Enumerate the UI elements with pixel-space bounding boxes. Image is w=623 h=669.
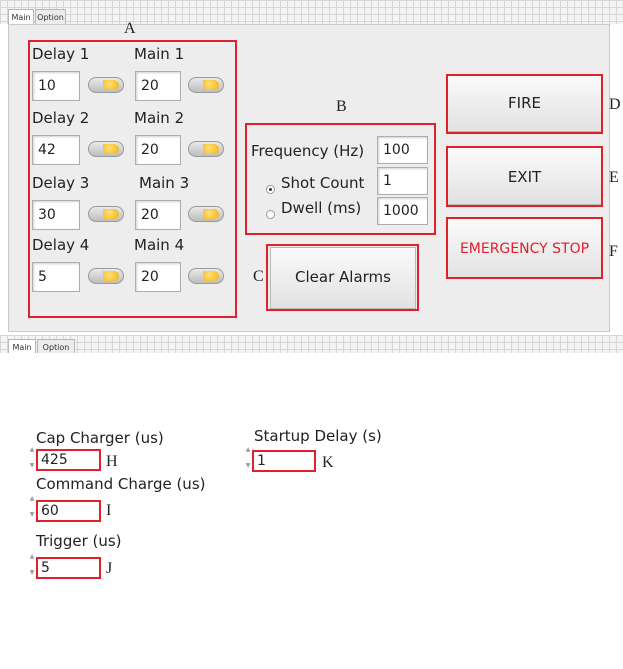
annotation-a: A — [124, 20, 136, 37]
dwell-radio[interactable] — [266, 210, 275, 219]
command-charge-down-icon[interactable]: ▼ — [29, 511, 35, 518]
delay-2-led-indicator — [88, 141, 124, 157]
main-4-input[interactable]: 20 — [135, 262, 181, 292]
delay-1-input[interactable]: 10 — [32, 71, 80, 101]
main-1-led-indicator — [188, 77, 224, 93]
delay-3-input[interactable]: 30 — [32, 200, 80, 230]
annotation-b: B — [336, 98, 347, 115]
tab-option-lower[interactable]: Option — [37, 339, 75, 354]
trigger-input[interactable]: 5 — [36, 557, 101, 579]
delay-2-label: Delay 2 — [32, 109, 90, 127]
startup-delay-label: Startup Delay (s) — [254, 427, 382, 445]
main-3-label: Main 3 — [139, 174, 190, 192]
annotation-h: H — [106, 453, 118, 470]
tab-main-lower[interactable]: Main — [8, 339, 36, 354]
main-2-label: Main 2 — [134, 109, 185, 127]
main-3-led-indicator — [188, 206, 224, 222]
cap-charger-up-icon[interactable]: ▲ — [29, 446, 35, 453]
trigger-down-icon[interactable]: ▼ — [29, 569, 35, 576]
startup-delay-up-icon[interactable]: ▲ — [245, 446, 251, 453]
exit-box — [446, 146, 603, 207]
delay-1-led-indicator — [88, 77, 124, 93]
shot-count-radio[interactable] — [266, 185, 275, 194]
delay-1-label: Delay 1 — [32, 45, 90, 63]
delay-2-input[interactable]: 42 — [32, 135, 80, 165]
bottom-tab-strip — [0, 335, 623, 353]
command-charge-up-icon[interactable]: ▲ — [29, 495, 35, 502]
main-4-led-indicator — [188, 268, 224, 284]
annotation-j: J — [106, 560, 113, 577]
top-tab-strip — [0, 0, 623, 24]
trigger-label: Trigger (us) — [36, 532, 122, 550]
fire-box — [446, 74, 603, 134]
command-charge-input[interactable]: 60 — [36, 500, 101, 522]
tab-option[interactable]: Option — [35, 9, 66, 24]
delay-3-label: Delay 3 — [32, 174, 90, 192]
clear-alarms-box — [266, 244, 419, 311]
dwell-input[interactable]: 1000 — [377, 197, 428, 225]
frequency-input[interactable]: 100 — [377, 136, 428, 164]
cap-charger-down-icon[interactable]: ▼ — [29, 462, 35, 469]
dwell-label: Dwell (ms) — [281, 199, 362, 217]
shot-count-input[interactable]: 1 — [377, 167, 428, 195]
main-1-label: Main 1 — [134, 45, 185, 63]
delay-3-led-indicator — [88, 206, 124, 222]
delay-4-input[interactable]: 5 — [32, 262, 80, 292]
main-1-input[interactable]: 20 — [135, 71, 181, 101]
emergency-stop-box — [446, 217, 603, 279]
shot-count-label: Shot Count — [281, 174, 365, 192]
annotation-f: F — [609, 243, 618, 260]
tab-main[interactable]: Main — [8, 9, 34, 24]
main-3-input[interactable]: 20 — [135, 200, 181, 230]
annotation-e: E — [609, 169, 619, 186]
main-4-label: Main 4 — [134, 236, 185, 254]
annotation-k: K — [322, 454, 334, 471]
trigger-up-icon[interactable]: ▲ — [29, 553, 35, 560]
startup-delay-down-icon[interactable]: ▼ — [245, 462, 251, 469]
main-2-led-indicator — [188, 141, 224, 157]
startup-delay-input[interactable]: 1 — [252, 450, 316, 472]
main-2-input[interactable]: 20 — [135, 135, 181, 165]
delay-4-label: Delay 4 — [32, 236, 90, 254]
frequency-label: Frequency (Hz) — [251, 142, 365, 160]
annotation-i: I — [106, 502, 112, 519]
annotation-d: D — [609, 96, 621, 113]
annotation-c: C — [253, 268, 264, 285]
cap-charger-label: Cap Charger (us) — [36, 429, 164, 447]
delay-4-led-indicator — [88, 268, 124, 284]
command-charge-label: Command Charge (us) — [36, 475, 206, 493]
cap-charger-input[interactable]: 425 — [36, 449, 101, 471]
